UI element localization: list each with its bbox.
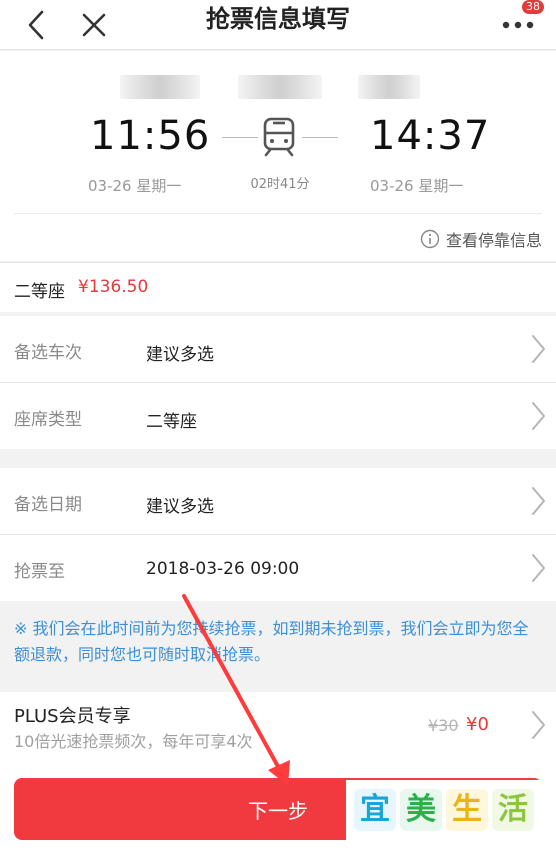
watermark-char: 宜	[354, 789, 396, 831]
alternate-trains-row[interactable]: 备选车次 建议多选	[0, 316, 556, 382]
back-button[interactable]	[18, 0, 54, 50]
row-label: 备选日期	[14, 495, 82, 515]
arrive-station-redacted	[358, 75, 420, 99]
chevron-right-icon	[532, 711, 545, 739]
original-price: ¥30	[428, 716, 459, 735]
row-label: 座席类型	[14, 410, 82, 430]
plus-membership-row[interactable]: PLUS会员专享 10倍光速抢票频次，每年可享4次 ¥30 ¥0	[0, 692, 556, 760]
stop-info-link[interactable]: 查看停靠信息	[420, 227, 542, 251]
seat-price-row: 二等座 ¥136.50	[0, 262, 556, 312]
depart-time: 11:56	[90, 113, 211, 159]
travel-duration: 02时41分	[250, 177, 310, 192]
train-icon	[263, 117, 295, 157]
more-icon	[502, 21, 534, 29]
stop-info-label: 查看停靠信息	[445, 231, 542, 250]
row-value: 二等座	[146, 412, 197, 432]
watermark-char: 生	[446, 789, 488, 831]
row-value: 建议多选	[146, 497, 214, 517]
chevron-right-icon	[532, 335, 545, 363]
current-price: ¥0	[466, 714, 489, 735]
row-label: 备选车次	[14, 343, 82, 363]
chevron-left-icon	[28, 10, 44, 40]
depart-station-redacted	[120, 75, 200, 99]
arrive-time: 14:37	[370, 113, 491, 159]
watermark-char: 美	[400, 789, 442, 831]
plus-subtitle: 10倍光速抢票频次，每年可享4次	[14, 732, 253, 751]
depart-date: 03-26 星期一	[88, 177, 182, 195]
seat-class-label: 二等座	[14, 282, 65, 302]
page-title: 抢票信息填写	[206, 5, 350, 33]
refund-notice: ※ 我们会在此时间前为您持续抢票，如到期未抢到票，我们会立即为您全额退款，同时您…	[0, 602, 556, 692]
divider-line	[222, 137, 258, 138]
top-bar: 抢票信息填写 38	[0, 0, 556, 50]
chevron-right-icon	[532, 402, 545, 430]
card-divider	[14, 213, 542, 214]
train-info-card: 11:56 14:37 02时41分 03-26 星期一 03-26 星期一 查…	[0, 51, 556, 261]
seat-price: ¥136.50	[78, 277, 149, 297]
info-icon	[420, 229, 440, 249]
chevron-right-icon	[532, 554, 545, 582]
grab-until-row[interactable]: 抢票至 2018-03-26 09:00	[0, 535, 556, 601]
arrive-date: 03-26 星期一	[370, 177, 464, 195]
divider-line	[302, 137, 338, 138]
row-value: 建议多选	[146, 345, 214, 365]
alternate-dates-row[interactable]: 备选日期 建议多选	[0, 468, 556, 534]
row-label: 抢票至	[14, 562, 65, 582]
row-value: 2018-03-26 09:00	[146, 559, 300, 579]
plus-title: PLUS会员专享	[14, 706, 131, 727]
notification-badge: 38	[522, 0, 544, 14]
watermark-char: 活	[492, 789, 534, 831]
chevron-right-icon	[532, 487, 545, 515]
close-button[interactable]	[76, 0, 112, 50]
close-icon	[82, 13, 106, 37]
train-number-redacted	[238, 75, 322, 99]
seat-type-row[interactable]: 座席类型 二等座	[0, 383, 556, 449]
watermark-logo: 宜 美 生 活	[346, 780, 542, 840]
